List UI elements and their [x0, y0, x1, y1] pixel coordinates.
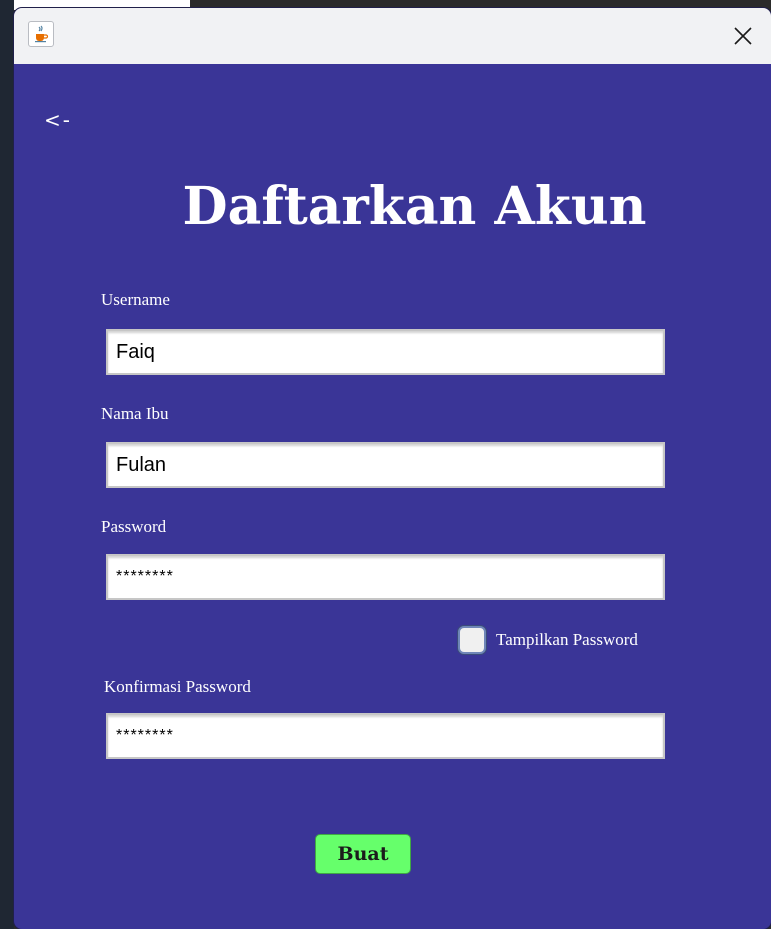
- username-field[interactable]: [106, 329, 665, 375]
- show-password-toggle[interactable]: Tampilkan Password: [458, 626, 638, 654]
- register-window: <- Daftarkan Akun Username Nama Ibu Pass…: [14, 8, 771, 929]
- mother-name-field[interactable]: [106, 442, 665, 488]
- title-bar: [14, 8, 771, 64]
- mother-name-label: Nama Ibu: [101, 404, 169, 423]
- background-editor-strip: [0, 0, 14, 929]
- confirm-password-field[interactable]: [106, 713, 665, 759]
- form-panel: <- Daftarkan Akun Username Nama Ibu Pass…: [14, 64, 771, 929]
- password-label: Password: [101, 517, 167, 536]
- confirm-password-label: Konfirmasi Password: [104, 677, 251, 696]
- show-password-label: Tampilkan Password: [496, 630, 638, 649]
- close-icon: [734, 27, 752, 45]
- back-button[interactable]: <-: [44, 108, 72, 132]
- close-button[interactable]: [715, 8, 771, 64]
- create-account-button[interactable]: Buat: [315, 834, 411, 874]
- show-password-checkbox[interactable]: [458, 626, 486, 654]
- username-label: Username: [101, 290, 170, 309]
- page-title: Daftarkan Akun: [182, 176, 647, 237]
- password-field[interactable]: [106, 554, 665, 600]
- java-cup-icon: [28, 21, 54, 47]
